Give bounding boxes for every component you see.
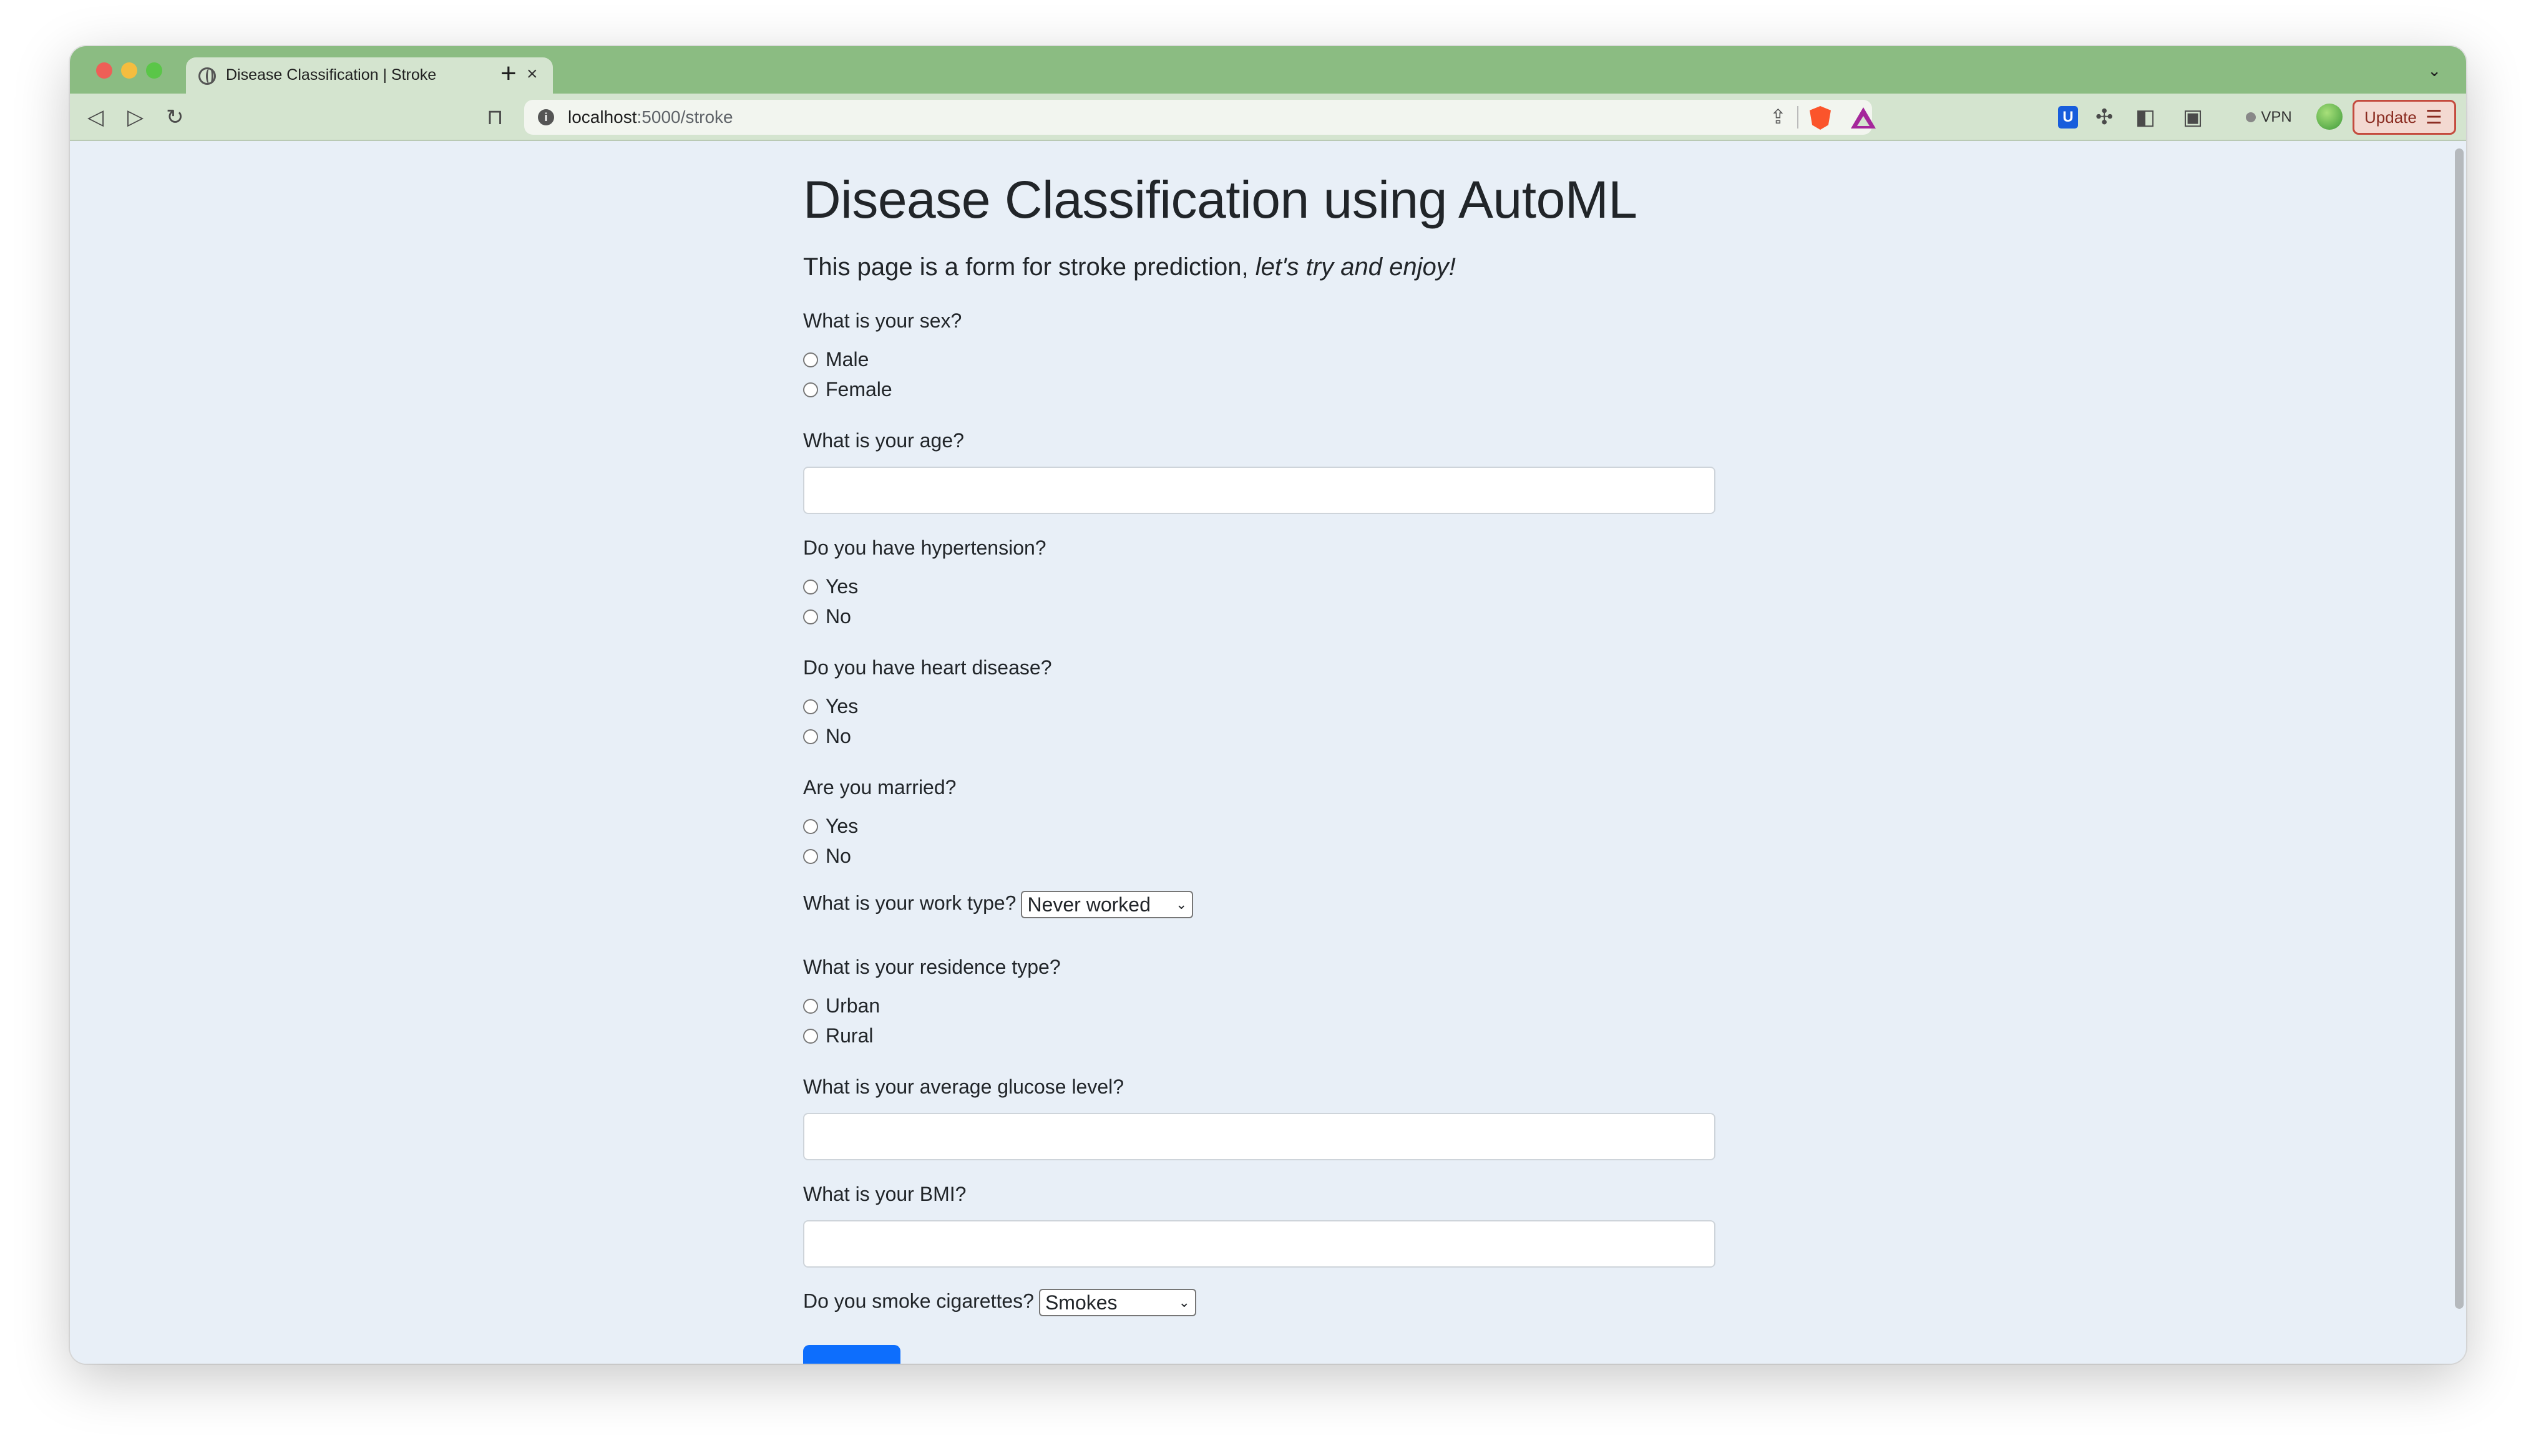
new-tab-button[interactable]: + xyxy=(500,60,517,87)
update-button[interactable]: Update ☰ xyxy=(2353,100,2456,135)
url-text[interactable]: localhost:5000/stroke xyxy=(568,107,733,127)
reload-icon[interactable]: ↻ xyxy=(166,105,184,130)
work-type-select[interactable]: Never worked ⌄ xyxy=(1021,891,1194,918)
smoking-selected: Smokes xyxy=(1045,1291,1118,1314)
age-input[interactable] xyxy=(803,467,1715,514)
lead-text: This page is a form for stroke predictio… xyxy=(803,253,1256,281)
sex-option-male[interactable]: Male xyxy=(803,348,869,371)
residence-option-rural[interactable]: Rural xyxy=(803,1024,873,1047)
sex-option-female[interactable]: Female xyxy=(803,378,892,401)
globe-icon xyxy=(198,67,216,85)
radio-label: No xyxy=(826,725,851,747)
lead-italic-text: let's try and enjoy! xyxy=(1255,253,1456,281)
browser-toolbar: ◁ ▷ ↻ ⊓ i localhost:5000/stroke ⇪ U ✣ ◧ … xyxy=(70,94,2466,141)
radio-label: No xyxy=(826,845,851,867)
married-option-yes[interactable]: Yes xyxy=(803,815,858,838)
chevron-down-icon: ⌄ xyxy=(1176,896,1188,912)
submit-button[interactable] xyxy=(803,1345,900,1364)
bmi-question: What is your BMI? xyxy=(803,1183,967,1205)
work-type-question: What is your work type? xyxy=(803,891,1017,915)
extensions-icon[interactable]: ✣ xyxy=(2095,105,2114,130)
browser-window: Disease Classification | Stroke × + ⌄ ◁ … xyxy=(70,46,2466,1364)
radio-female[interactable] xyxy=(803,382,818,397)
url-host: localhost xyxy=(568,107,637,127)
tab-list-chevron-icon[interactable]: ⌄ xyxy=(2427,61,2441,80)
radio-hypertension-no[interactable] xyxy=(803,609,818,624)
sex-question: What is your sex? xyxy=(803,309,962,332)
maximize-window-button[interactable] xyxy=(146,62,162,79)
back-icon[interactable]: ◁ xyxy=(87,105,104,130)
heart-disease-question: Do you have heart disease? xyxy=(803,656,1052,679)
glucose-input[interactable] xyxy=(803,1113,1715,1160)
page-title: Disease Classification using AutoML xyxy=(803,170,1637,229)
close-window-button[interactable] xyxy=(96,62,112,79)
age-question: What is your age? xyxy=(803,429,964,452)
tab-stroke[interactable]: Disease Classification | Stroke × xyxy=(186,57,553,94)
share-icon[interactable]: ⇪ xyxy=(1770,105,1787,129)
work-type-selected: Never worked xyxy=(1027,893,1151,916)
heart-disease-option-no[interactable]: No xyxy=(803,725,851,748)
leo-ai-icon[interactable] xyxy=(2316,104,2343,130)
tab-title: Disease Classification | Stroke xyxy=(226,66,437,84)
residence-question: What is your residence type? xyxy=(803,956,1061,978)
radio-heart-no[interactable] xyxy=(803,729,818,744)
wallet-icon[interactable]: ▣ xyxy=(2183,105,2203,130)
smoking-question: Do you smoke cigarettes? xyxy=(803,1289,1034,1313)
heart-disease-option-yes[interactable]: Yes xyxy=(803,695,858,718)
vpn-status-icon xyxy=(2246,112,2256,122)
tab-strip: Disease Classification | Stroke × + ⌄ xyxy=(70,46,2466,94)
chevron-down-icon: ⌄ xyxy=(1178,1294,1190,1310)
married-question: Are you married? xyxy=(803,776,957,798)
hypertension-option-yes[interactable]: Yes xyxy=(803,575,858,598)
radio-married-no[interactable] xyxy=(803,848,818,864)
radio-hypertension-yes[interactable] xyxy=(803,579,818,595)
minimize-window-button[interactable] xyxy=(121,62,137,79)
vpn-label: VPN xyxy=(2261,109,2292,125)
radio-heart-yes[interactable] xyxy=(803,699,818,714)
glucose-question: What is your average glucose level? xyxy=(803,1075,1124,1098)
bookmark-icon[interactable]: ⊓ xyxy=(487,105,504,130)
address-bar[interactable]: i localhost:5000/stroke ⇪ xyxy=(524,100,1876,135)
page-lead: This page is a form for stroke predictio… xyxy=(803,253,1456,281)
work-type-row: What is your work type? Never worked ⌄ xyxy=(803,891,1194,918)
radio-married-yes[interactable] xyxy=(803,818,818,834)
radio-label: Yes xyxy=(826,695,859,717)
brave-shield-icon[interactable] xyxy=(1810,106,1831,130)
smoking-select[interactable]: Smokes ⌄ xyxy=(1038,1289,1196,1316)
brave-rewards-icon[interactable] xyxy=(1851,107,1876,129)
scrollbar[interactable] xyxy=(2455,148,2464,1309)
smoking-row: Do you smoke cigarettes? Smokes ⌄ xyxy=(803,1289,1196,1316)
married-option-no[interactable]: No xyxy=(803,845,851,868)
radio-rural[interactable] xyxy=(803,1028,818,1044)
bitwarden-icon[interactable]: U xyxy=(2058,106,2078,129)
residence-option-urban[interactable]: Urban xyxy=(803,994,880,1017)
radio-label: No xyxy=(826,605,851,628)
url-divider xyxy=(1797,106,1798,129)
radio-label: Female xyxy=(826,378,892,400)
site-info-icon[interactable]: i xyxy=(538,109,554,125)
hypertension-option-no[interactable]: No xyxy=(803,605,851,628)
sidebar-icon[interactable]: ◧ xyxy=(2135,105,2155,130)
radio-male[interactable] xyxy=(803,352,818,367)
radio-label: Rural xyxy=(826,1024,874,1047)
radio-label: Yes xyxy=(826,815,859,837)
update-label: Update xyxy=(2364,107,2417,127)
radio-label: Male xyxy=(826,348,869,371)
bmi-input[interactable] xyxy=(803,1220,1715,1268)
menu-icon: ☰ xyxy=(2425,107,2442,128)
radio-urban[interactable] xyxy=(803,998,818,1014)
radio-label: Urban xyxy=(826,994,880,1017)
forward-icon[interactable]: ▷ xyxy=(127,105,144,130)
vpn-button[interactable]: VPN xyxy=(2231,101,2306,133)
hypertension-question: Do you have hypertension? xyxy=(803,536,1046,559)
tab-close-icon[interactable]: × xyxy=(527,65,538,84)
radio-label: Yes xyxy=(826,575,859,598)
url-path: :5000/stroke xyxy=(636,107,733,127)
page-viewport: Disease Classification using AutoML This… xyxy=(70,141,2466,1364)
